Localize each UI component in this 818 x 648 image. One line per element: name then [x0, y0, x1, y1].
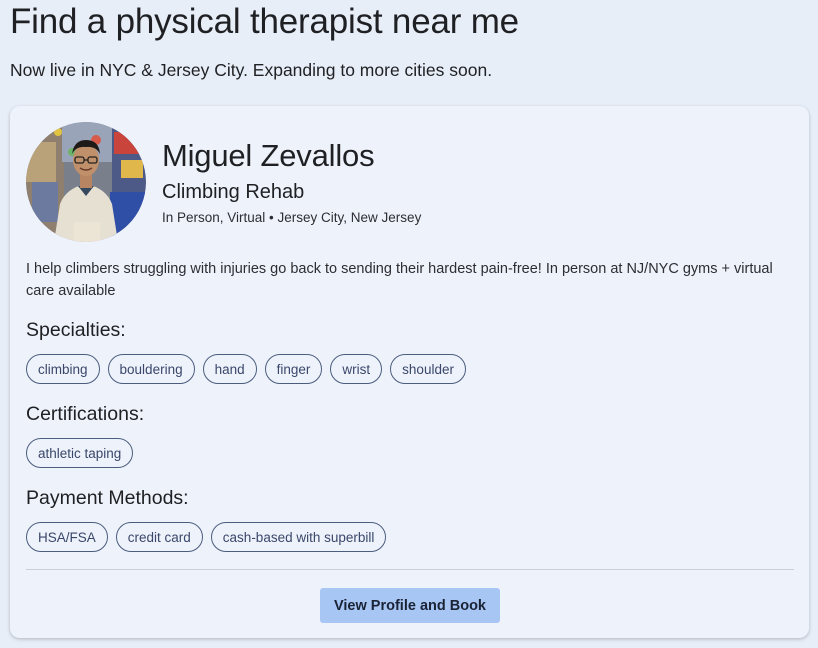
certifications-tags: athletic taping [26, 438, 134, 468]
payment-tag-cash-superbill: cash-based with superbill [210, 522, 387, 552]
profile-photo-icon [26, 122, 146, 242]
specialty-tag-shoulder: shoulder [390, 354, 466, 384]
page-subtitle: Now live in NYC & Jersey City. Expanding… [10, 60, 493, 80]
specialty-tag-bouldering: bouldering [107, 354, 195, 384]
view-profile-and-book-button[interactable]: View Profile and Book [320, 588, 500, 623]
page-title: Find a physical therapist near me [10, 2, 519, 41]
payment-tag-hsa-fsa: HSA/FSA [26, 522, 108, 552]
specialty-tag-hand: hand [202, 354, 257, 384]
payment-methods-tags: HSA/FSA credit card cash-based with supe… [26, 522, 387, 552]
payment-methods-heading: Payment Methods: [26, 487, 189, 509]
specialties-heading: Specialties: [26, 319, 126, 341]
specialty-tag-climbing: climbing [26, 354, 100, 384]
therapist-bio: I help climbers struggling with injuries… [26, 261, 773, 299]
specialty-tag-finger: finger [264, 354, 323, 384]
practice-name: Climbing Rehab [162, 181, 305, 203]
therapist-name[interactable]: Miguel Zevallos [162, 138, 375, 174]
certification-tag-athletic-taping: athletic taping [26, 438, 134, 468]
certifications-heading: Certifications: [26, 403, 145, 425]
location-meta: In Person, Virtual • Jersey City, New Je… [162, 210, 422, 225]
specialty-tag-wrist: wrist [330, 354, 383, 384]
specialties-tags: climbing bouldering hand finger wrist sh… [26, 354, 466, 384]
card-divider [26, 569, 794, 570]
therapist-card: Miguel Zevallos Climbing Rehab In Person… [10, 106, 809, 638]
payment-tag-credit-card: credit card [115, 522, 203, 552]
avatar[interactable] [26, 122, 146, 242]
